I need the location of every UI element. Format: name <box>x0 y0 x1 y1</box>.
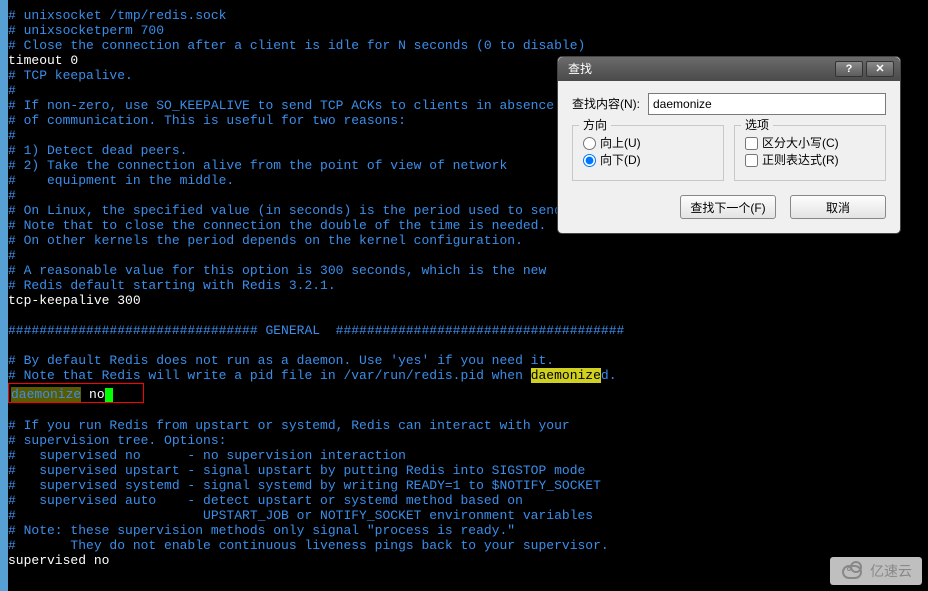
config-line: # <box>8 248 928 263</box>
direction-fieldset: 方向 向上(U) 向下(D) <box>572 125 724 181</box>
config-line-highlighted: daemonize no <box>8 383 928 403</box>
check-case-input[interactable] <box>745 137 758 150</box>
cursor-icon <box>105 388 113 402</box>
section-header: ################################ GENERAL… <box>8 323 928 338</box>
blank-line <box>8 338 928 353</box>
watermark: 亿速云 <box>830 557 922 585</box>
config-line: # unixsocket /tmp/redis.sock <box>8 8 928 23</box>
config-line: tcp-keepalive 300 <box>8 293 928 308</box>
options-fieldset: 选项 区分大小写(C) 正则表达式(R) <box>734 125 886 181</box>
check-regex-input[interactable] <box>745 154 758 167</box>
config-line: # supervised no - no supervision interac… <box>8 448 928 463</box>
search-match: daemonize <box>11 387 81 402</box>
radio-up-input[interactable] <box>583 137 596 150</box>
find-next-button[interactable]: 查找下一个(F) <box>680 195 776 219</box>
config-line: # supervised upstart - signal upstart by… <box>8 463 928 478</box>
check-regex[interactable]: 正则表达式(R) <box>745 153 875 168</box>
config-line: # supervised auto - detect upstart or sy… <box>8 493 928 508</box>
help-button[interactable]: ? <box>835 61 863 77</box>
dialog-title: 查找 <box>568 62 835 77</box>
config-line: # A reasonable value for this option is … <box>8 263 928 278</box>
config-line: # unixsocketperm 700 <box>8 23 928 38</box>
close-button[interactable]: ✕ <box>866 61 894 77</box>
blank-line <box>8 308 928 323</box>
config-line: # They do not enable continuous liveness… <box>8 538 928 553</box>
radio-down-input[interactable] <box>583 154 596 167</box>
check-regex-label: 正则表达式(R) <box>762 153 839 168</box>
radio-down[interactable]: 向下(D) <box>583 153 713 168</box>
help-icon: ? <box>846 62 853 77</box>
blank-line <box>8 403 928 418</box>
options-legend: 选项 <box>741 118 773 133</box>
check-case-sensitive[interactable]: 区分大小写(C) <box>745 136 875 151</box>
config-line: # Redis default starting with Redis 3.2.… <box>8 278 928 293</box>
dialog-titlebar[interactable]: 查找 ? ✕ <box>558 57 900 81</box>
cancel-button[interactable]: 取消 <box>790 195 886 219</box>
check-case-label: 区分大小写(C) <box>762 136 839 151</box>
find-dialog: 查找 ? ✕ 查找内容(N): 方向 向上(U) 向下(D) <box>557 56 901 234</box>
config-line: supervised no <box>8 553 928 568</box>
search-input[interactable] <box>648 93 886 115</box>
config-line: # On other kernels the period depends on… <box>8 233 928 248</box>
watermark-text: 亿速云 <box>870 564 912 579</box>
cloud-icon <box>840 563 864 579</box>
search-match: daemonize <box>531 368 601 383</box>
config-line: # By default Redis does not run as a dae… <box>8 353 928 368</box>
config-line: # supervision tree. Options: <box>8 433 928 448</box>
radio-down-label: 向下(D) <box>600 153 641 168</box>
config-line: # Note: these supervision methods only s… <box>8 523 928 538</box>
search-label: 查找内容(N): <box>572 97 640 112</box>
config-line: # If you run Redis from upstart or syste… <box>8 418 928 433</box>
config-line: # supervised systemd - signal systemd by… <box>8 478 928 493</box>
config-line: # UPSTART_JOB or NOTIFY_SOCKET environme… <box>8 508 928 523</box>
config-line: # Close the connection after a client is… <box>8 38 928 53</box>
radio-up[interactable]: 向上(U) <box>583 136 713 151</box>
direction-legend: 方向 <box>579 118 611 133</box>
close-icon: ✕ <box>875 62 884 77</box>
config-line: # Note that Redis will write a pid file … <box>8 368 928 383</box>
radio-up-label: 向上(U) <box>600 136 641 151</box>
